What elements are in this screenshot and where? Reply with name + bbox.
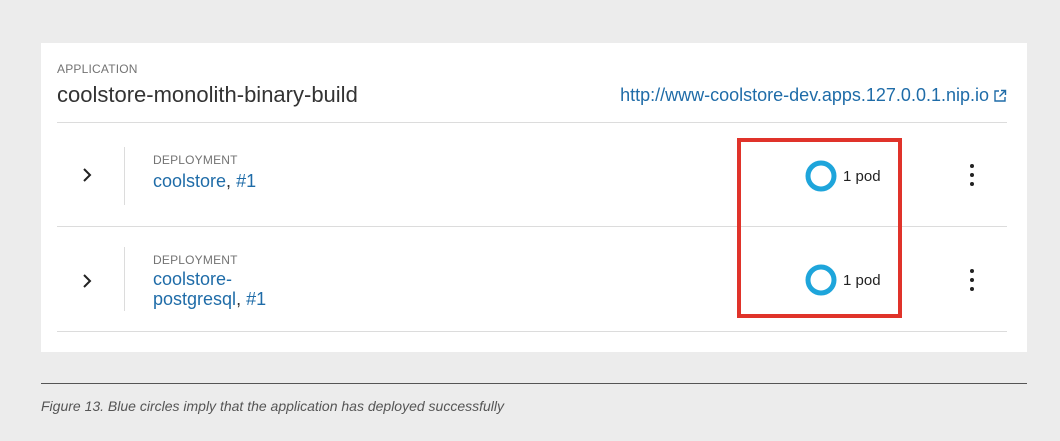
application-name: coolstore-monolith-binary-build	[57, 82, 358, 107]
kebab-menu-icon[interactable]	[967, 164, 977, 186]
deployment-name: coolstore, #1	[153, 171, 256, 191]
deployment-version-link[interactable]: #1	[246, 289, 266, 309]
deployment-label: DEPLOYMENT	[153, 153, 238, 167]
application-url-text[interactable]: http://www-coolstore-dev.apps.127.0.0.1.…	[620, 85, 989, 106]
deployment-name-link[interactable]: coolstore	[153, 171, 226, 191]
row-separator	[124, 247, 125, 311]
deployment-version-link[interactable]: #1	[236, 171, 256, 191]
figure-rule	[41, 383, 1027, 384]
expand-chevron-icon[interactable]	[79, 270, 95, 292]
external-link-icon	[994, 89, 1007, 102]
deployment-name-part[interactable]: coolstore-	[153, 269, 232, 289]
application-label: APPLICATION	[57, 62, 138, 76]
highlight-box	[737, 138, 902, 318]
deployment-name-link[interactable]: coolstore-postgresql	[153, 269, 236, 309]
kebab-menu-icon[interactable]	[967, 269, 977, 291]
expand-chevron-icon[interactable]	[79, 164, 95, 186]
deployment-name: coolstore-postgresql, #1	[153, 269, 266, 309]
deployment-name-part[interactable]: postgresql	[153, 289, 236, 309]
figure-caption: Figure 13. Blue circles imply that the a…	[41, 398, 505, 414]
deployment-name-part[interactable]: coolstore	[153, 171, 226, 191]
row-separator	[124, 147, 125, 205]
application-header: APPLICATION coolstore-monolith-binary-bu…	[57, 62, 1007, 122]
deployment-separator: ,	[236, 289, 247, 309]
row-divider	[57, 331, 1007, 332]
application-card: APPLICATION coolstore-monolith-binary-bu…	[41, 43, 1027, 352]
deployment-separator: ,	[226, 171, 237, 191]
deployment-label: DEPLOYMENT	[153, 253, 238, 267]
application-url-link[interactable]: http://www-coolstore-dev.apps.127.0.0.1.…	[620, 85, 1007, 106]
